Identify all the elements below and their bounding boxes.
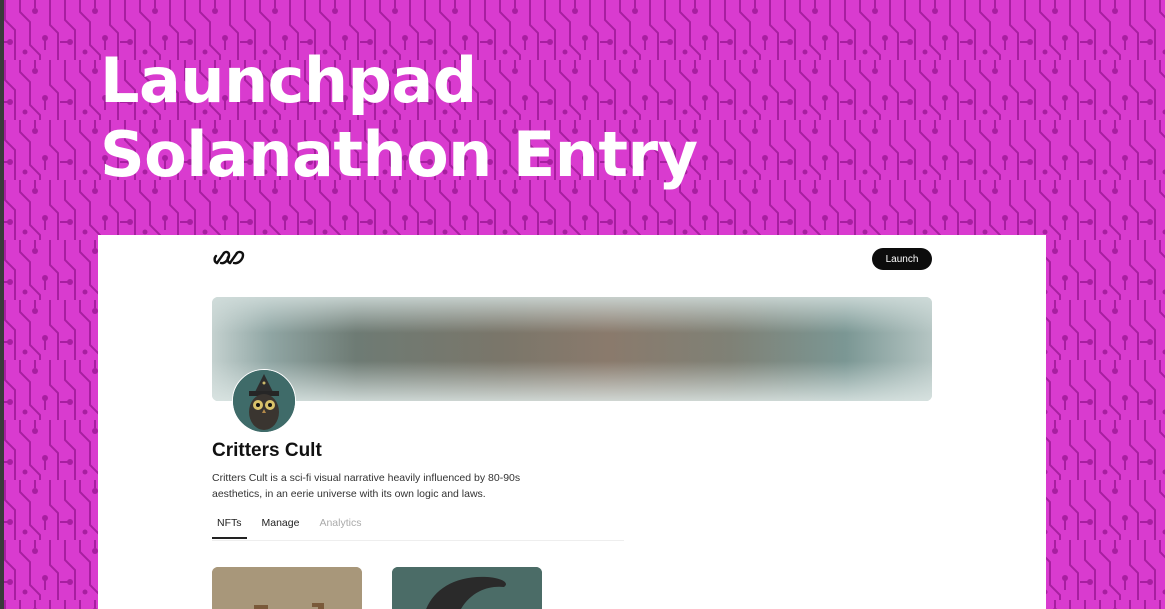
title-line-2: Solanathon Entry	[100, 118, 698, 191]
title-line-1: Launchpad	[100, 44, 477, 117]
tab-manage[interactable]: Manage	[257, 517, 305, 539]
slide-title: Launchpad Solanathon Entry	[100, 44, 698, 192]
collection-tabs: NFTs Manage Analytics	[212, 517, 376, 539]
collection-description: Critters Cult is a sci-fi visual narrati…	[212, 472, 521, 500]
collection-name: Critters Cult	[212, 440, 322, 461]
tabs-divider	[212, 540, 624, 541]
window-edge	[0, 0, 4, 609]
app-screenshot-card: Launch Critters Cult Critters Cult is a …	[98, 235, 1046, 609]
collection-avatar	[232, 369, 296, 433]
nft-card[interactable]	[392, 567, 542, 609]
nft-thumbnail	[392, 567, 542, 609]
nft-card[interactable]	[212, 567, 362, 609]
infinity-logo-icon[interactable]	[212, 249, 248, 267]
collection-banner	[212, 297, 932, 401]
nft-thumbnail	[212, 567, 362, 609]
owl-wizard-icon	[233, 370, 295, 432]
launch-button[interactable]: Launch	[872, 248, 932, 270]
tab-analytics[interactable]: Analytics	[314, 517, 366, 539]
tab-nfts[interactable]: NFTs	[212, 517, 247, 539]
